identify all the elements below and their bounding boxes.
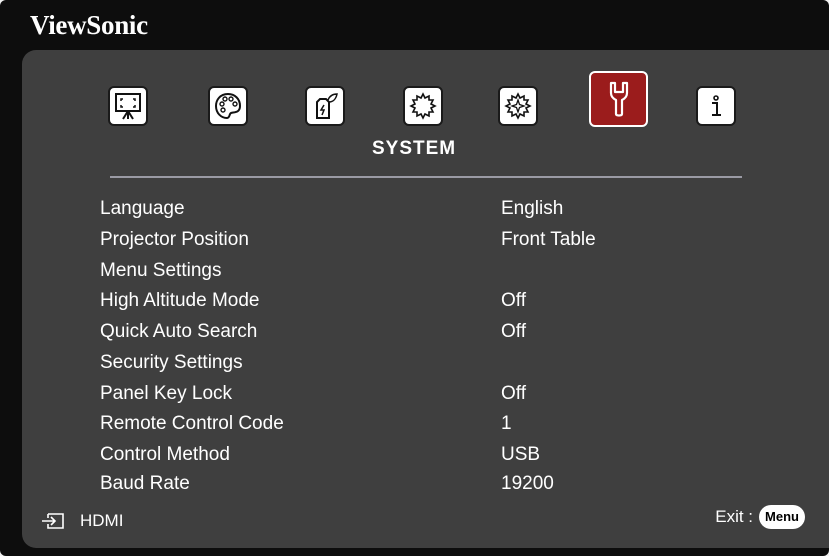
section-title: SYSTEM <box>372 138 457 159</box>
menu-item-value: Off <box>501 290 526 311</box>
menu-item-panel-key-lock[interactable]: Panel Key Lock Off <box>96 383 796 411</box>
input-source-icon <box>42 513 64 529</box>
menu-item-label: Projector Position <box>100 229 249 250</box>
menu-item-baud-rate[interactable]: Baud Rate 19200 <box>96 473 796 501</box>
menu-item-value: Front Table <box>501 229 596 250</box>
tab-display[interactable] <box>108 86 148 126</box>
input-source-indicator: HDMI <box>42 511 123 531</box>
color-palette-icon <box>214 92 242 120</box>
menu-button[interactable]: Menu <box>759 505 805 529</box>
menu-item-value: Off <box>501 383 526 404</box>
menu-item-value: USB <box>501 444 541 465</box>
menu-item-label: Panel Key Lock <box>100 383 233 404</box>
menu-item-label: Security Settings <box>100 352 243 373</box>
advanced-gear-icon <box>504 92 532 120</box>
projector-osd: ViewSonic SYSTEM Language English Projec… <box>0 0 829 556</box>
menu-item-value: Off <box>501 321 526 342</box>
menu-item-projector-position[interactable]: Projector Position Front Table <box>96 229 796 257</box>
menu-item-value: 19200 <box>501 473 554 494</box>
menu-item-security-settings[interactable]: Security Settings <box>96 352 796 380</box>
basic-gear-icon <box>409 92 437 120</box>
menu-item-high-altitude-mode[interactable]: High Altitude Mode Off <box>96 290 796 318</box>
input-source-label: HDMI <box>80 511 124 530</box>
menu-item-value: 1 <box>501 413 512 434</box>
tab-advanced[interactable] <box>498 86 538 126</box>
power-eco-icon <box>316 93 338 119</box>
divider <box>110 176 742 178</box>
tab-power[interactable] <box>305 86 345 126</box>
info-icon <box>712 95 721 116</box>
menu-item-quick-auto-search[interactable]: Quick Auto Search Off <box>96 321 796 349</box>
menu-item-label: Baud Rate <box>100 473 190 494</box>
menu-item-label: Quick Auto Search <box>100 321 258 342</box>
menu-item-label: Control Method <box>100 444 230 465</box>
tab-information[interactable] <box>696 86 736 126</box>
menu-item-language[interactable]: Language English <box>96 198 796 226</box>
wrench-system-icon <box>609 81 628 117</box>
menu-item-label: Remote Control Code <box>100 413 284 434</box>
tab-system[interactable] <box>589 71 648 127</box>
menu-panel: SYSTEM Language English Projector Positi… <box>22 50 829 548</box>
menu-item-label: Language <box>100 198 185 219</box>
exit-hint: Exit : Menu <box>715 505 805 529</box>
brand-logo: ViewSonic <box>30 10 148 40</box>
menu-item-label: High Altitude Mode <box>100 290 260 311</box>
menu-item-control-method[interactable]: Control Method USB <box>96 444 796 472</box>
menu-item-menu-settings[interactable]: Menu Settings <box>96 260 796 288</box>
menu-item-label: Menu Settings <box>100 260 222 281</box>
tab-picture[interactable] <box>208 86 248 126</box>
exit-label: Exit : <box>715 507 754 526</box>
tab-basic[interactable] <box>403 86 443 126</box>
menu-item-value: English <box>501 198 564 219</box>
menu-item-remote-control-code[interactable]: Remote Control Code 1 <box>96 413 796 441</box>
display-icon <box>115 93 141 120</box>
